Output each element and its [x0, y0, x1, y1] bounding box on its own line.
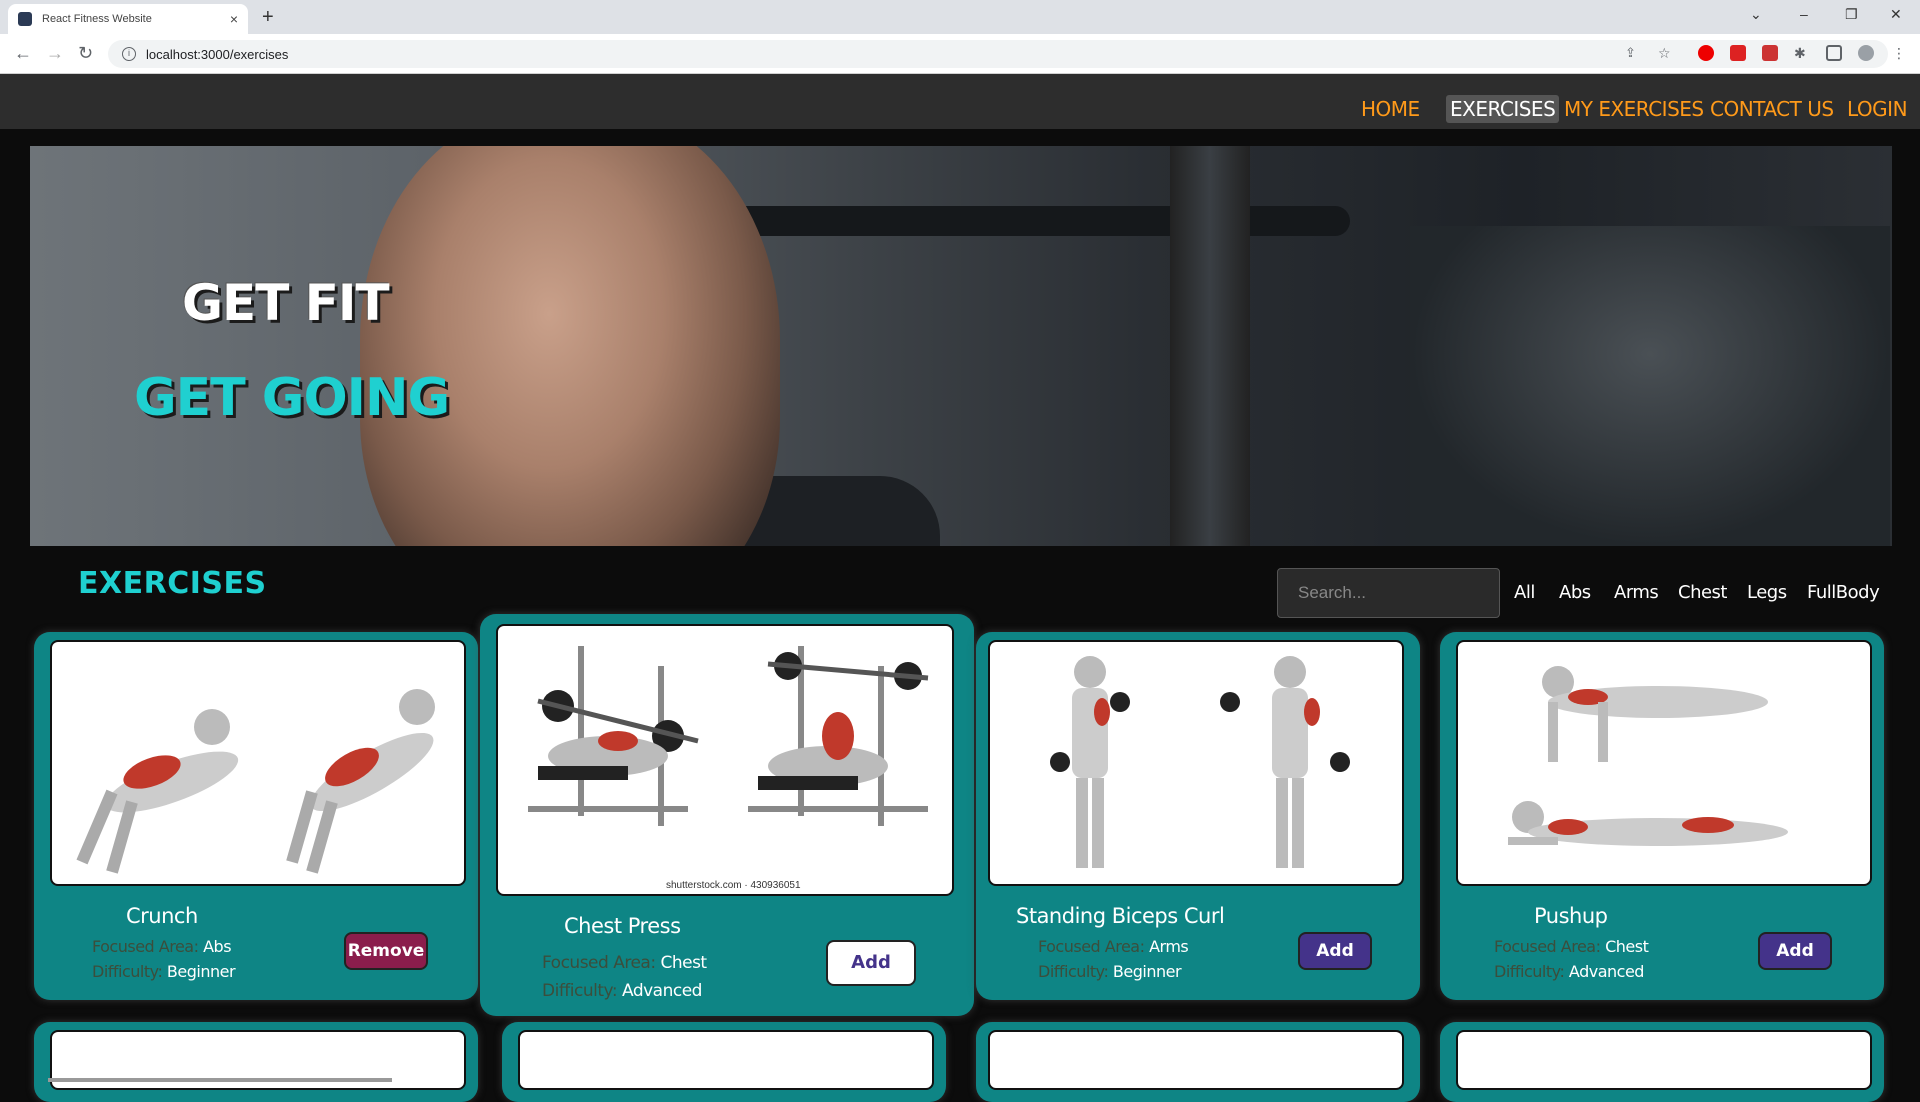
- tab-close-icon[interactable]: ×: [230, 11, 238, 27]
- rack-post-shape: [1170, 146, 1250, 546]
- new-tab-button[interactable]: +: [262, 6, 274, 29]
- browser-tab[interactable]: React Fitness Website ×: [8, 4, 248, 34]
- difficulty-label: Difficulty:: [1494, 962, 1565, 981]
- remove-button[interactable]: Remove: [344, 932, 428, 970]
- exercise-card: [1440, 1022, 1884, 1102]
- difficulty-value: Advanced: [621, 981, 702, 1001]
- focused-area-label: Focused Area:: [542, 953, 656, 973]
- focused-area-value: Arms: [1149, 937, 1189, 956]
- horizontal-scrollbar[interactable]: [48, 1078, 392, 1082]
- hero-person-face: [360, 146, 780, 546]
- share-icon[interactable]: ⇪: [1625, 45, 1641, 61]
- tab-title: React Fitness Website: [42, 13, 152, 25]
- exercise-image: [988, 640, 1404, 886]
- side-panel-icon[interactable]: [1826, 45, 1842, 61]
- add-button[interactable]: Add: [1758, 932, 1832, 970]
- add-button[interactable]: Add: [826, 940, 916, 986]
- site-info-icon[interactable]: i: [122, 47, 136, 61]
- hero-title-get-going: GET GOING: [134, 368, 450, 428]
- exercise-card: [976, 1022, 1420, 1102]
- nav-contact-us[interactable]: CONTACT US: [1710, 97, 1834, 121]
- difficulty-label: Difficulty:: [1038, 962, 1109, 981]
- exercise-image: [518, 1030, 934, 1090]
- back-icon[interactable]: ←: [14, 43, 32, 64]
- exercise-card: [502, 1022, 946, 1102]
- nav-exercises[interactable]: EXERCISES: [1446, 95, 1560, 123]
- exercise-name: Standing Biceps Curl: [1016, 904, 1225, 928]
- site-page: HOME EXERCISES MY EXERCISES CONTACT US L…: [0, 74, 1920, 1102]
- difficulty-value: Beginner: [1112, 962, 1182, 981]
- red-extension-icon[interactable]: [1730, 45, 1746, 61]
- tab-search-icon[interactable]: ⌄: [1750, 6, 1762, 23]
- focused-area-value: Chest: [660, 953, 707, 973]
- exercise-name: Chest Press: [564, 914, 681, 938]
- filter-arms[interactable]: Arms: [1614, 582, 1659, 603]
- difficulty-value: Beginner: [166, 962, 236, 981]
- minimize-button[interactable]: –: [1800, 6, 1808, 22]
- chest-press-figure-icon: [528, 646, 929, 826]
- filter-legs[interactable]: Legs: [1747, 582, 1787, 603]
- gym-background: [1410, 226, 1890, 546]
- focused-area-label: Focused Area:: [1038, 937, 1145, 956]
- exercise-meta: Focused Area: Chest Difficulty: Advanced: [1494, 934, 1649, 984]
- exercise-image: [50, 640, 466, 886]
- section-title: EXERCISES: [78, 566, 267, 601]
- address-bar-row: ← → ↻ i localhost:3000/exercises ⇪ ☆ ✱ ⋮: [0, 34, 1920, 74]
- site-favicon-icon: [18, 12, 32, 26]
- exercise-card: Crunch Focused Area: Abs Difficulty: Beg…: [34, 632, 478, 1000]
- nav-login[interactable]: LOGIN: [1847, 97, 1908, 121]
- exercise-card: Pushup Focused Area: Chest Difficulty: A…: [1440, 632, 1884, 1000]
- pushup-figure-icon: [1508, 666, 1788, 846]
- filter-abs[interactable]: Abs: [1559, 582, 1591, 603]
- crunch-figure-icon: [76, 689, 435, 874]
- exercise-image: shutterstock.com · 430936051: [496, 624, 954, 896]
- restore-button[interactable]: ❐: [1845, 6, 1858, 23]
- exercise-card: Standing Biceps Curl Focused Area: Arms …: [976, 632, 1420, 1000]
- exercise-image: [1456, 1030, 1872, 1090]
- exercise-image: [1456, 640, 1872, 886]
- hero-title-get-fit: GET FIT: [182, 274, 390, 332]
- exercise-name: Pushup: [1534, 904, 1608, 928]
- exercise-meta: Focused Area: Abs Difficulty: Beginner: [92, 934, 236, 984]
- extensions-puzzle-icon[interactable]: ✱: [1794, 45, 1810, 61]
- close-window-button[interactable]: ✕: [1890, 6, 1902, 23]
- video-extension-icon[interactable]: [1762, 45, 1778, 61]
- focused-area-label: Focused Area:: [1494, 937, 1601, 956]
- image-watermark: shutterstock.com · 430936051: [666, 880, 801, 891]
- focused-area-label: Focused Area:: [92, 937, 199, 956]
- exercise-card: [34, 1022, 478, 1102]
- reload-icon[interactable]: ↻: [78, 43, 93, 64]
- exercise-meta: Focused Area: Chest Difficulty: Advanced: [542, 949, 707, 1005]
- filter-chest[interactable]: Chest: [1678, 582, 1728, 603]
- exercise-image: [988, 1030, 1404, 1090]
- biceps-curl-figure-icon: [1050, 656, 1350, 868]
- focused-area-value: Abs: [203, 937, 232, 956]
- bookmark-star-icon[interactable]: ☆: [1658, 45, 1674, 61]
- difficulty-value: Advanced: [1568, 962, 1645, 981]
- difficulty-label: Difficulty:: [542, 981, 618, 1001]
- search-input[interactable]: [1277, 568, 1500, 618]
- url-field[interactable]: i localhost:3000/exercises: [108, 40, 1888, 68]
- exercise-card: shutterstock.com · 430936051 Chest Press…: [480, 614, 974, 1016]
- difficulty-label: Difficulty:: [92, 962, 163, 981]
- add-button[interactable]: Add: [1298, 932, 1372, 970]
- browser-tab-bar: React Fitness Website × + ⌄ – ❐ ✕: [0, 0, 1920, 34]
- profile-avatar-icon[interactable]: [1858, 45, 1874, 61]
- filter-fullbody[interactable]: FullBody: [1807, 582, 1880, 603]
- filter-all[interactable]: All: [1514, 582, 1535, 603]
- focused-area-value: Chest: [1605, 937, 1649, 956]
- nav-home[interactable]: HOME: [1361, 97, 1420, 121]
- hero-banner: GET FIT GET GOING: [30, 146, 1892, 546]
- forward-icon[interactable]: →: [46, 43, 64, 64]
- exercise-meta: Focused Area: Arms Difficulty: Beginner: [1038, 934, 1189, 984]
- url-text: localhost:3000/exercises: [146, 46, 289, 62]
- exercise-name: Crunch: [126, 904, 198, 928]
- more-menu-icon[interactable]: ⋮: [1892, 45, 1908, 61]
- opera-extension-icon[interactable]: [1698, 45, 1714, 61]
- top-navigation: HOME EXERCISES MY EXERCISES CONTACT US L…: [0, 74, 1920, 129]
- nav-my-exercises[interactable]: MY EXERCISES: [1564, 97, 1704, 121]
